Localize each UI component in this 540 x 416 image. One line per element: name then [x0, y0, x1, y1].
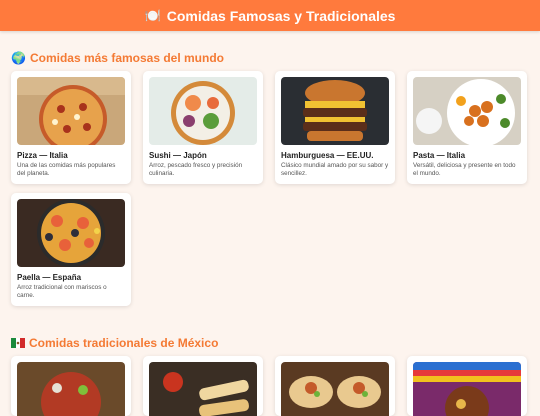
- card-title: Pasta — Italia: [413, 151, 466, 160]
- card-title: Paella — España: [17, 273, 82, 282]
- card-title: Pizza — Italia: [17, 151, 68, 160]
- food-card-mexico-2[interactable]: [143, 356, 263, 416]
- mexico-flag-icon: [11, 338, 25, 348]
- paella-image: [17, 199, 125, 267]
- card-description: Versátil, deliciosa y presente en todo e…: [413, 162, 516, 177]
- food-image: [413, 362, 521, 416]
- pasta-image: [413, 77, 521, 145]
- pizza-image: [17, 77, 125, 145]
- sushi-image: [149, 77, 257, 145]
- food-card-mexico-3[interactable]: [275, 356, 395, 416]
- food-card-sushi[interactable]: Sushi — Japón Arroz, pescado fresco y pr…: [143, 71, 263, 184]
- card-description: Arroz, pescado fresco y precisión culina…: [149, 162, 243, 177]
- food-card-hamburger[interactable]: Hamburguesa — EE.UU. Clásico mundial ama…: [275, 71, 395, 184]
- hamburger-image: [281, 77, 389, 145]
- card-description: Una de las comidas más populares del pla…: [17, 162, 116, 177]
- page-title: Comidas Famosas y Tradicionales: [166, 7, 396, 24]
- food-image: [281, 362, 389, 416]
- section-title-label: Comidas más famosas del mundo: [29, 51, 225, 65]
- section-title-mexico: Comidas tradicionales de México: [11, 336, 218, 350]
- food-card-paella[interactable]: Paella — España Arroz tradicional con ma…: [11, 193, 131, 306]
- card-title: Hamburguesa — EE.UU.: [281, 151, 374, 160]
- food-card-mexico-1[interactable]: [11, 356, 131, 416]
- food-card-pasta[interactable]: Pasta — Italia Versátil, deliciosa y pre…: [407, 71, 527, 184]
- food-image: [17, 362, 125, 416]
- section-title-label: Comidas tradicionales de México: [29, 336, 219, 350]
- card-description: Arroz tradicional con mariscos o carne.: [17, 284, 107, 299]
- food-card-pizza[interactable]: Pizza — Italia Una de las comidas más po…: [11, 71, 131, 184]
- food-card-mexico-4[interactable]: [407, 356, 527, 416]
- app-header: 🍽️ Comidas Famosas y Tradicionales: [0, 0, 540, 31]
- section-title-world: 🌍 Comidas más famosas del mundo: [11, 51, 224, 65]
- food-image: [149, 362, 257, 416]
- card-title: Sushi — Japón: [149, 151, 207, 160]
- plate-icon: 🍽️: [144, 7, 161, 23]
- globe-icon: 🌍: [11, 51, 26, 65]
- card-description: Clásico mundial amado por su sabor y sen…: [281, 162, 389, 177]
